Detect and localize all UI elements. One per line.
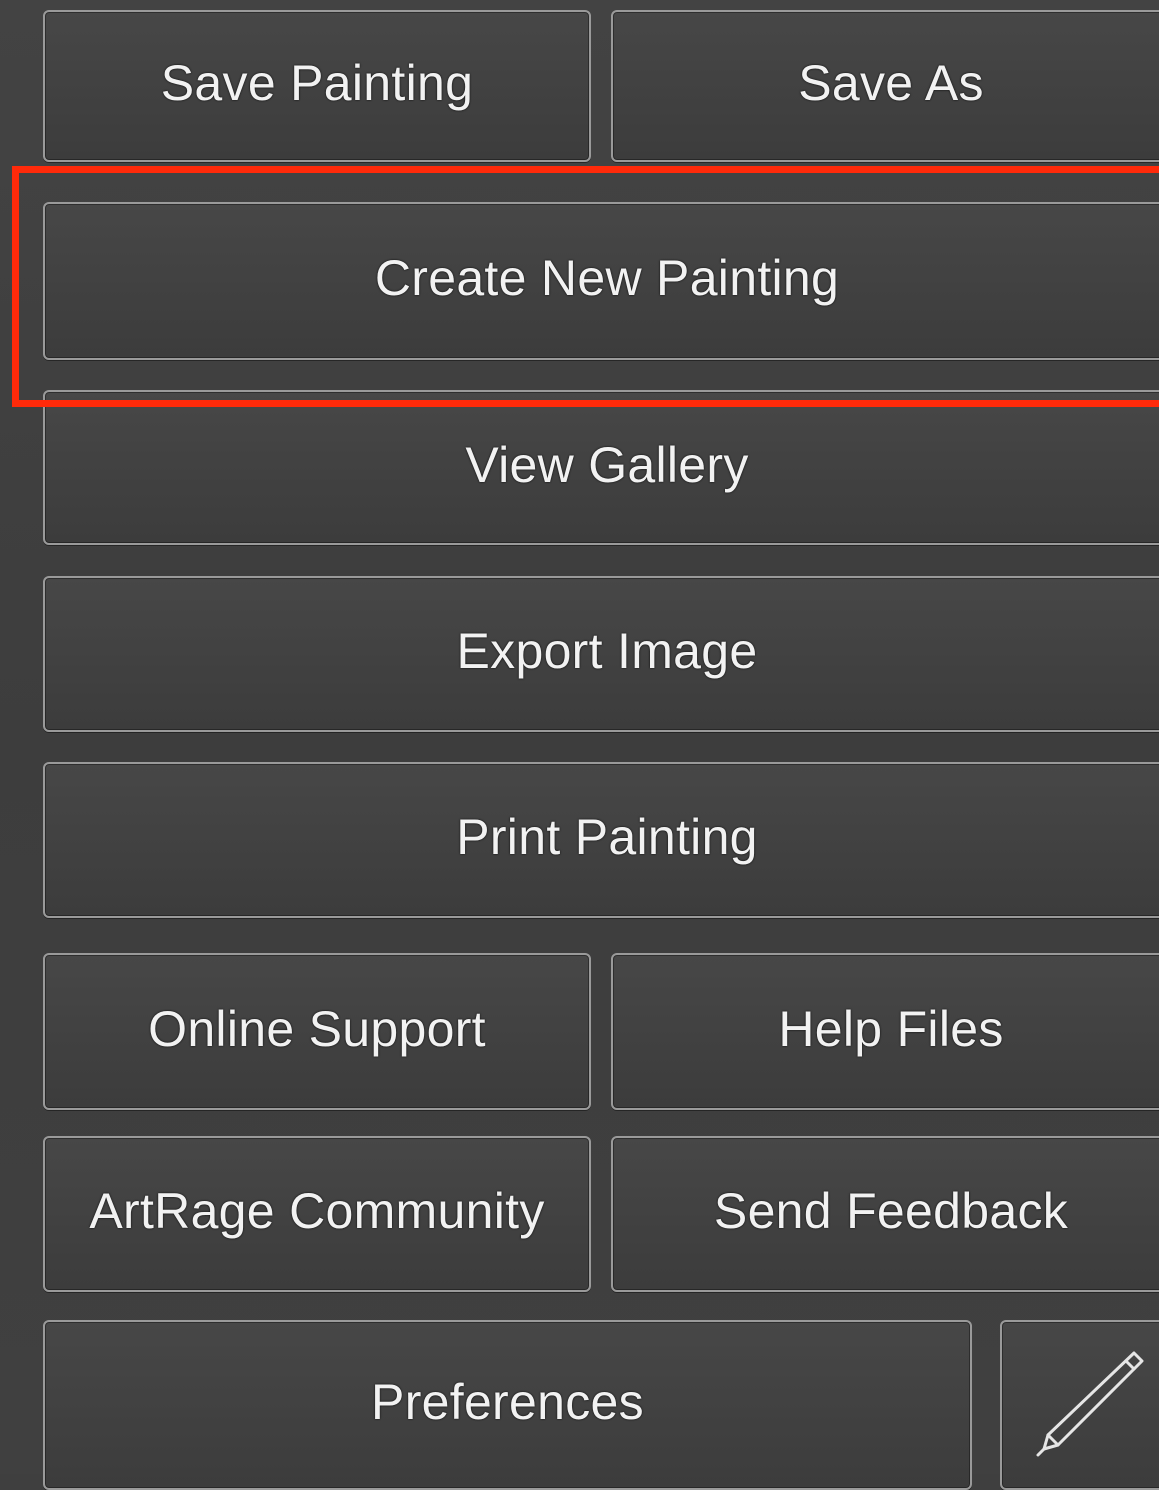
help-files-button[interactable]: Help Files — [611, 953, 1159, 1110]
print-painting-button[interactable]: Print Painting — [43, 762, 1159, 918]
export-image-button[interactable]: Export Image — [43, 576, 1159, 732]
send-feedback-button[interactable]: Send Feedback — [611, 1136, 1159, 1292]
save-as-label: Save As — [798, 55, 984, 111]
online-support-button[interactable]: Online Support — [43, 953, 591, 1110]
save-painting-button[interactable]: Save Painting — [43, 10, 591, 162]
online-support-label: Online Support — [148, 1000, 486, 1057]
pencil-button[interactable] — [1000, 1320, 1159, 1490]
artrage-community-label: ArtRage Community — [89, 1183, 545, 1239]
pencil-icon — [1036, 1351, 1143, 1457]
help-files-label: Help Files — [778, 1000, 1004, 1057]
preferences-label: Preferences — [371, 1374, 644, 1430]
preferences-button[interactable]: Preferences — [43, 1320, 972, 1490]
save-painting-label: Save Painting — [160, 55, 474, 111]
file-menu-panel: Save Painting Save As Create New Paintin… — [0, 0, 1159, 1490]
send-feedback-label: Send Feedback — [713, 1183, 1069, 1239]
save-as-button[interactable]: Save As — [611, 10, 1159, 162]
artrage-community-button[interactable]: ArtRage Community — [43, 1136, 591, 1292]
view-gallery-label: View Gallery — [465, 436, 749, 493]
create-new-painting-label: Create New Painting — [374, 250, 840, 306]
print-painting-label: Print Painting — [456, 809, 758, 865]
create-new-painting-button[interactable]: Create New Painting — [43, 202, 1159, 360]
export-image-label: Export Image — [456, 623, 758, 679]
view-gallery-button[interactable]: View Gallery — [43, 390, 1159, 545]
